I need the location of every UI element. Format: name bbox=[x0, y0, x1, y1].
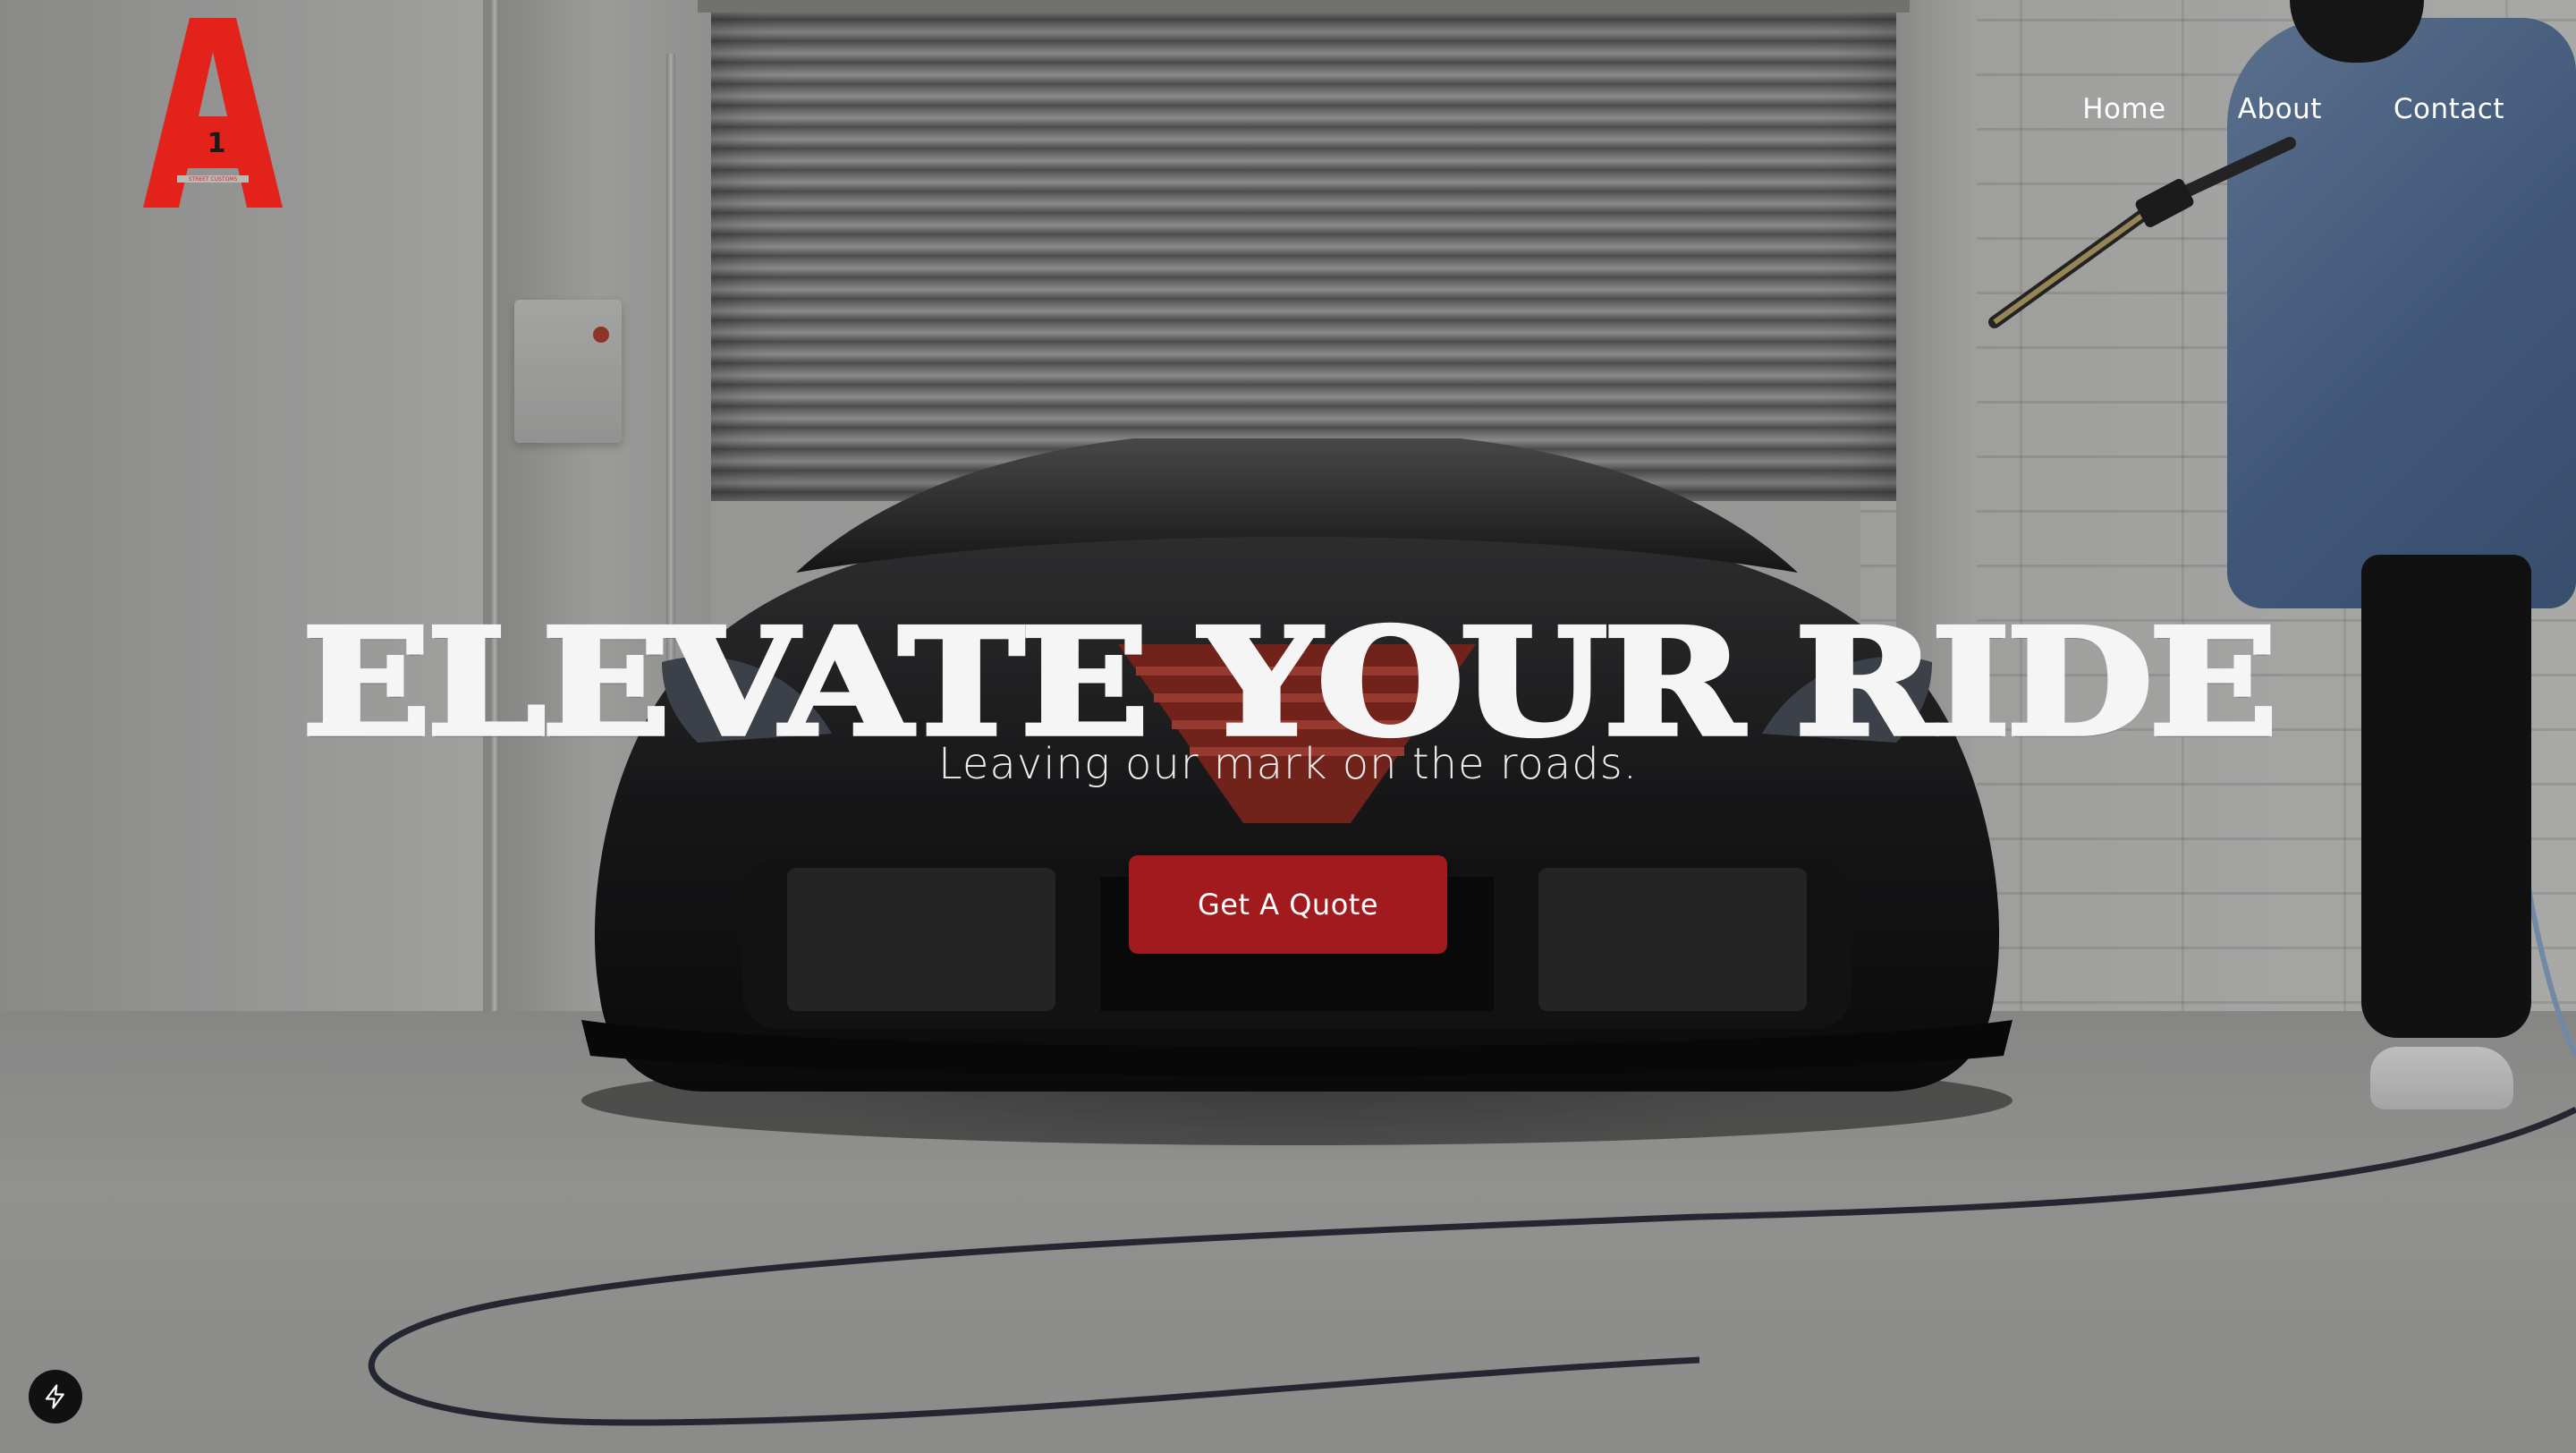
hero-subtitle: Leaving our mark on the roads. bbox=[937, 739, 1639, 789]
logo-mark-icon: STREET CUSTOMS 1 bbox=[143, 18, 283, 208]
dev-tools-badge[interactable] bbox=[29, 1370, 82, 1423]
get-quote-button[interactable]: Get A Quote bbox=[1129, 855, 1447, 954]
nav-link-home[interactable]: Home bbox=[2082, 93, 2166, 125]
lightning-bolt-icon bbox=[45, 1384, 64, 1409]
main-nav: Home About Contact bbox=[2082, 93, 2504, 125]
hero-title: ELEVATE YOUR RIDE bbox=[300, 596, 2281, 769]
logo-subtext: STREET CUSTOMS bbox=[189, 176, 238, 183]
nav-link-contact[interactable]: Contact bbox=[2394, 93, 2504, 125]
brand-logo[interactable]: STREET CUSTOMS 1 bbox=[143, 18, 283, 208]
logo-number: 1 bbox=[208, 128, 226, 159]
nav-link-about[interactable]: About bbox=[2238, 93, 2322, 125]
